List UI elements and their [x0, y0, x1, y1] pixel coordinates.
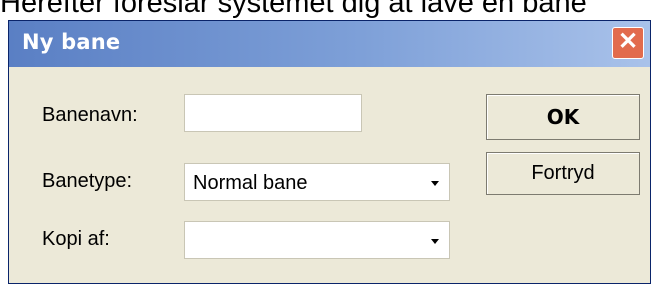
chevron-down-icon[interactable] [431, 181, 439, 186]
background-caption: Herefter foreslår systemet dig at lave e… [0, 0, 587, 19]
kopi-af-label: Kopi af: [42, 228, 110, 250]
banetype-value: Normal bane [193, 172, 308, 194]
banetype-select[interactable]: Normal bane [184, 163, 450, 201]
kopi-af-select[interactable] [184, 221, 450, 259]
dialog-title: Ny bane [22, 30, 121, 54]
banenavn-label: Banenavn: [42, 104, 138, 126]
banetype-label: Banetype: [42, 170, 133, 192]
chevron-down-icon[interactable] [431, 239, 439, 244]
dialog-titlebar: Ny bane ✕ [9, 21, 650, 67]
cancel-button[interactable]: Fortryd [486, 152, 640, 195]
banenavn-input[interactable] [184, 94, 362, 132]
new-course-dialog: Ny bane ✕ Banenavn: Banetype: Normal ban… [8, 20, 651, 284]
close-icon: ✕ [617, 28, 639, 55]
ok-button[interactable]: OK [486, 94, 640, 140]
close-button[interactable]: ✕ [612, 27, 644, 59]
